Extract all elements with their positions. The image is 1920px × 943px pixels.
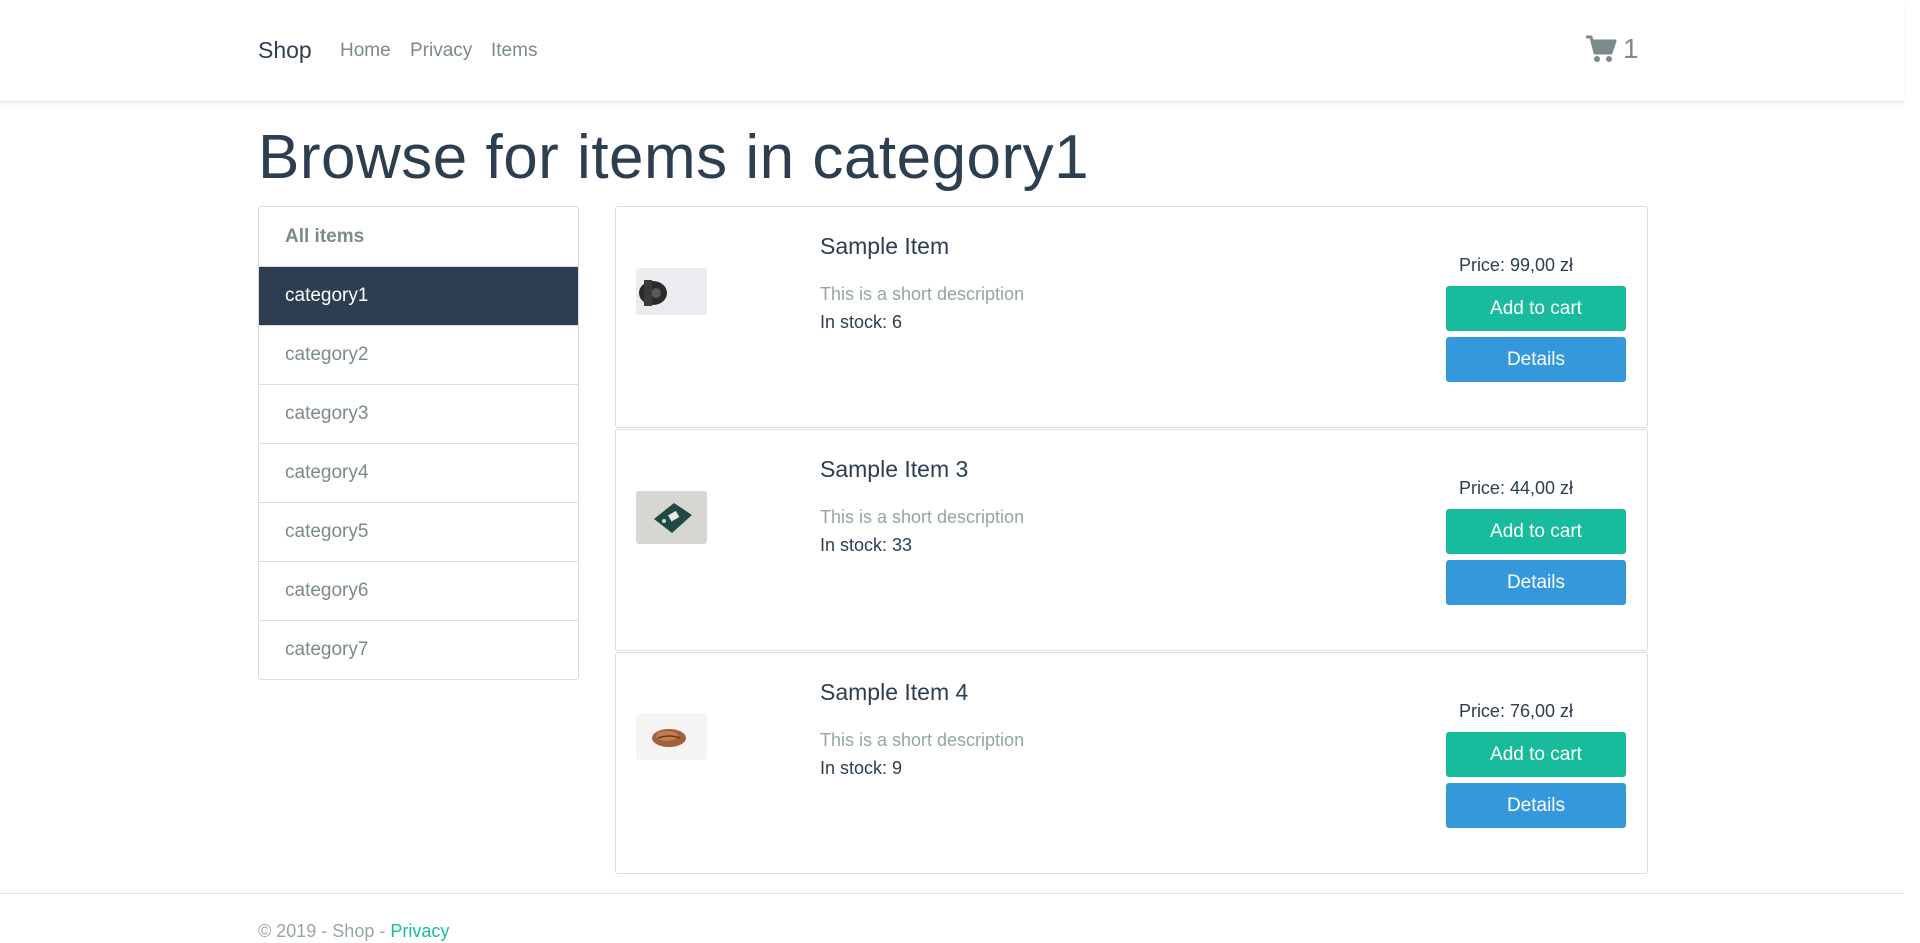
add-to-cart-button[interactable]: Add to cart	[1446, 732, 1626, 777]
sidebar-item-category1[interactable]: category1	[259, 266, 578, 325]
item-stock: In stock: 6	[820, 312, 903, 332]
item-title[interactable]: Sample Item	[820, 233, 949, 260]
item-card: Sample Item 4 This is a short descriptio…	[615, 652, 1648, 874]
item-price: Price: 99,00 zł	[1458, 255, 1573, 275]
nav-privacy-link[interactable]: Privacy	[410, 40, 472, 62]
sidebar-item-category2[interactable]: category2	[259, 325, 578, 384]
item-card: Sample Item 3 This is a short descriptio…	[615, 429, 1648, 651]
sidebar-item-category6[interactable]: category6	[259, 561, 578, 620]
item-thumbnail[interactable]	[636, 268, 707, 315]
item-card: Sample Item This is a short description …	[615, 206, 1648, 428]
page-title: Browse for items in category1	[258, 123, 1090, 192]
details-button[interactable]: Details	[1446, 783, 1626, 828]
sidebar-item-category3[interactable]: category3	[259, 384, 578, 443]
add-to-cart-button[interactable]: Add to cart	[1446, 286, 1626, 331]
details-button[interactable]: Details	[1446, 337, 1626, 382]
footer-copyright: © 2019 - Shop -	[258, 921, 391, 941]
item-stock: In stock: 9	[820, 758, 903, 778]
top-navbar: Shop Home Privacy Items 1	[0, 0, 1904, 102]
sidebar-item-category5[interactable]: category5	[259, 502, 578, 561]
nav-home-link[interactable]: Home	[340, 40, 391, 62]
sidebar-item-all-items[interactable]: All items	[259, 207, 578, 266]
sidebar-item-category7[interactable]: category7	[259, 620, 578, 679]
sidebar-item-category4[interactable]: category4	[259, 443, 578, 502]
nav-items-link[interactable]: Items	[491, 40, 537, 62]
item-thumbnail[interactable]	[636, 713, 707, 760]
brand-link[interactable]: Shop	[258, 37, 312, 64]
cart-count: 1	[1623, 33, 1639, 64]
item-title[interactable]: Sample Item 4	[820, 679, 968, 706]
item-stock: In stock: 33	[820, 535, 913, 555]
footer: © 2019 - Shop - Privacy	[258, 921, 449, 942]
item-description: This is a short description	[820, 284, 1025, 304]
details-button[interactable]: Details	[1446, 560, 1626, 605]
category-sidebar: All items category1 category2 category3 …	[258, 206, 579, 680]
item-title[interactable]: Sample Item 3	[820, 456, 968, 483]
item-description: This is a short description	[820, 507, 1025, 527]
item-description: This is a short description	[820, 730, 1025, 750]
footer-privacy-link[interactable]: Privacy	[390, 921, 449, 941]
add-to-cart-button[interactable]: Add to cart	[1446, 509, 1626, 554]
item-thumbnail[interactable]	[636, 491, 707, 544]
shopping-cart-icon	[1586, 35, 1617, 62]
item-price: Price: 76,00 zł	[1458, 701, 1573, 721]
item-price: Price: 44,00 zł	[1458, 478, 1573, 498]
footer-divider	[0, 893, 1904, 894]
cart-button[interactable]: 1	[1585, 33, 1639, 65]
